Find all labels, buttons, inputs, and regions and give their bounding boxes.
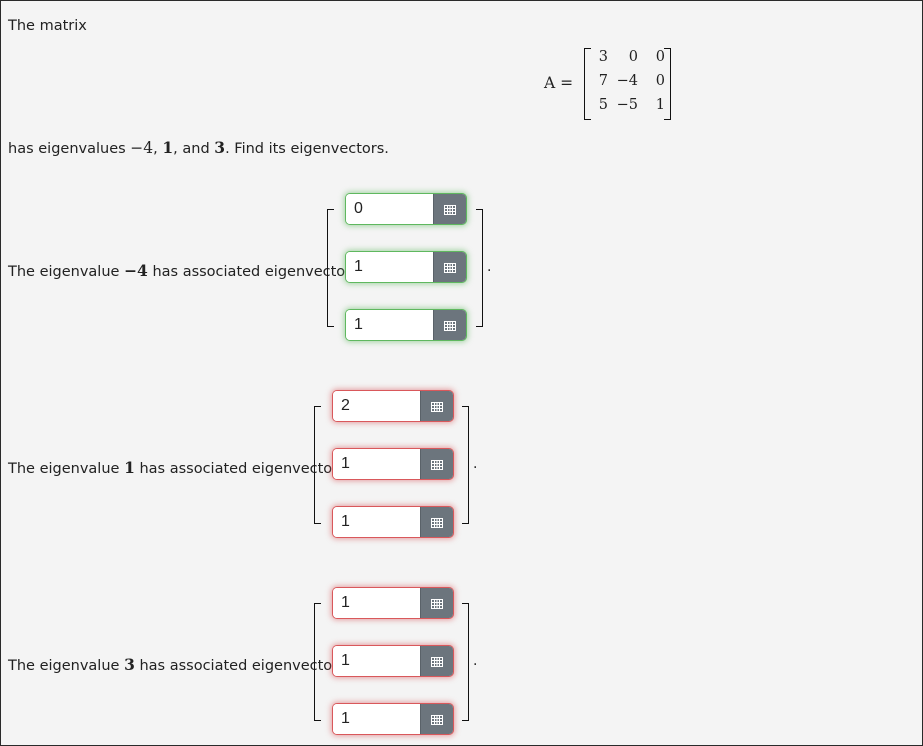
sentence-suffix: . Find its eigenvectors.: [225, 141, 389, 157]
entry-input[interactable]: [333, 449, 420, 479]
matrix-cell: 1: [655, 97, 665, 113]
eigenvalues-sentence: has eigenvalues −4, 1, and 3. Find its e…: [8, 138, 389, 157]
matrix-input-button[interactable]: [433, 252, 466, 282]
matrix-cell: −5: [616, 97, 638, 113]
vector-right-bracket: [462, 406, 469, 524]
entry-input[interactable]: [333, 588, 420, 618]
matrix-lhs: A =: [544, 74, 574, 92]
keypad-grid-icon: [444, 316, 456, 335]
keypad-grid-icon: [431, 513, 443, 532]
matrix-input-button[interactable]: [433, 194, 466, 224]
block-eigenvalue: −4: [124, 261, 148, 280]
vector-entry-3: [333, 704, 453, 734]
matrix-input-button[interactable]: [420, 507, 453, 537]
eigenvector-label: The eigenvalue 3 has associated eigenvec…: [8, 655, 338, 674]
entry-input[interactable]: [333, 507, 420, 537]
vector-right-bracket: [462, 603, 469, 721]
matrix-cell: −4: [616, 73, 638, 89]
vector-entry-1: [333, 588, 453, 618]
matrix-right-bracket: [664, 48, 671, 120]
vector-entry-2: [333, 646, 453, 676]
matrix-cell: 0: [655, 49, 665, 65]
eigenvalue-1: −4: [130, 139, 154, 157]
keypad-grid-icon: [431, 594, 443, 613]
sentence-sep: , and: [173, 141, 215, 157]
matrix-cell: 0: [628, 49, 638, 65]
keypad-grid-icon: [431, 710, 443, 729]
matrix-input-button[interactable]: [420, 449, 453, 479]
trailing-period: .: [473, 653, 478, 669]
block-eigenvalue: 1: [124, 458, 135, 477]
matrix-input-button[interactable]: [420, 704, 453, 734]
keypad-grid-icon: [431, 397, 443, 416]
label-suffix: has associated eigenvector: [147, 264, 352, 280]
label-suffix: has associated eigenvector: [134, 461, 339, 477]
intro-text: The matrix: [8, 18, 87, 34]
keypad-grid-icon: [431, 652, 443, 671]
vector-left-bracket: [327, 209, 334, 327]
matrix-input-button[interactable]: [420, 588, 453, 618]
entry-input[interactable]: [333, 391, 420, 421]
keypad-grid-icon: [444, 258, 456, 277]
vector-left-bracket: [314, 406, 321, 524]
entry-input[interactable]: [346, 252, 433, 282]
matrix-cell: 0: [655, 73, 665, 89]
trailing-period: .: [487, 259, 492, 275]
keypad-grid-icon: [444, 200, 456, 219]
eigenvector-label: The eigenvalue 1 has associated eigenvec…: [8, 458, 338, 477]
block-eigenvalue: 3: [124, 655, 135, 674]
label-suffix: has associated eigenvector: [134, 658, 339, 674]
trailing-period: .: [473, 456, 478, 472]
sentence-prefix: has eigenvalues: [8, 141, 131, 157]
entry-input[interactable]: [333, 704, 420, 734]
vector-entry-1: [346, 194, 466, 224]
vector-entry-2: [333, 449, 453, 479]
eigenvalue-2: 1: [162, 138, 174, 157]
label-prefix: The eigenvalue: [8, 658, 125, 674]
eigenvalue-3: 3: [214, 138, 226, 157]
sentence-sep: ,: [153, 141, 163, 157]
entry-input[interactable]: [346, 194, 433, 224]
matrix-input-button[interactable]: [433, 310, 466, 340]
vector-entry-3: [333, 507, 453, 537]
vector-entry-3: [346, 310, 466, 340]
keypad-grid-icon: [431, 455, 443, 474]
label-prefix: The eigenvalue: [8, 461, 125, 477]
entry-input[interactable]: [346, 310, 433, 340]
vector-left-bracket: [314, 603, 321, 721]
entry-input[interactable]: [333, 646, 420, 676]
problem-panel: The matrix A = 3 0 0 7 −4 0 5 −5 1 has e…: [0, 0, 923, 746]
eigenvector-label: The eigenvalue −4 has associated eigenve…: [8, 261, 351, 280]
label-prefix: The eigenvalue: [8, 264, 125, 280]
matrix-input-button[interactable]: [420, 391, 453, 421]
matrix-cell: 3: [598, 49, 608, 65]
vector-entry-2: [346, 252, 466, 282]
vector-right-bracket: [476, 209, 483, 327]
matrix-cell: 5: [598, 97, 608, 113]
matrix-input-button[interactable]: [420, 646, 453, 676]
vector-entry-1: [333, 391, 453, 421]
matrix-cell: 7: [598, 73, 608, 89]
